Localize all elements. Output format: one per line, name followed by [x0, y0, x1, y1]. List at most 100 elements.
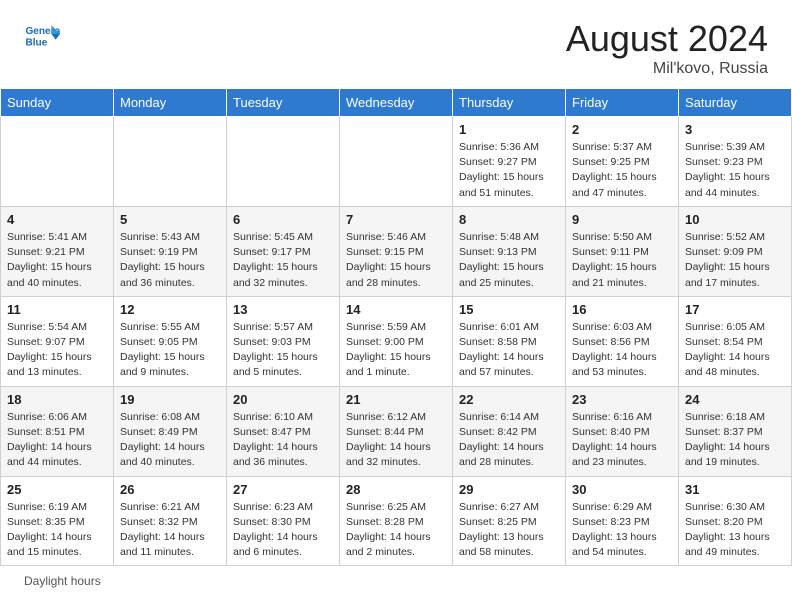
- day-number: 14: [346, 302, 446, 317]
- day-info: Sunrise: 5:57 AMSunset: 9:03 PMDaylight:…: [233, 320, 333, 381]
- calendar-cell: 12Sunrise: 5:55 AMSunset: 9:05 PMDayligh…: [114, 296, 227, 386]
- day-info: Sunrise: 6:06 AMSunset: 8:51 PMDaylight:…: [7, 410, 107, 471]
- day-of-week-header: Wednesday: [340, 89, 453, 117]
- day-info: Sunrise: 5:59 AMSunset: 9:00 PMDaylight:…: [346, 320, 446, 381]
- calendar-cell: 5Sunrise: 5:43 AMSunset: 9:19 PMDaylight…: [114, 206, 227, 296]
- calendar-cell: 14 Sunrise: 5:59 AMSunset: 9:00 PMDayligh…: [340, 296, 453, 386]
- calendar-cell: 4 Sunrise: 5:41 AMSunset: 9:21 PMDaylight…: [1, 206, 114, 296]
- day-number: 13: [233, 302, 333, 317]
- day-info: Sunrise: 6:05 AMSunset: 8:54 PMDaylight:…: [685, 320, 785, 381]
- day-info: Sunrise: 6:03 AMSunset: 8:56 PMDaylight:…: [572, 320, 672, 381]
- day-info: Sunrise: 5:36 AMSunset: 9:27 PMDaylight:…: [459, 140, 559, 201]
- calendar-cell: 24Sunrise: 6:18 AMSunset: 8:37 PMDayligh…: [679, 386, 792, 476]
- day-of-week-header: Monday: [114, 89, 227, 117]
- calendar-cell: 17 Sunrise: 6:05 AMSunset: 8:54 PMDayligh…: [679, 296, 792, 386]
- day-info: Sunrise: 6:19 AMSunset: 8:35 PMDaylight:…: [7, 500, 107, 561]
- day-number: 23: [572, 392, 672, 407]
- day-info: Sunrise: 6:30 AMSunset: 8:20 PMDaylight:…: [685, 500, 785, 561]
- calendar-cell: 11Sunrise: 5:54 AMSunset: 9:07 PMDayligh…: [1, 296, 114, 386]
- day-number: 7: [346, 212, 446, 227]
- calendar-cell: 22Sunrise: 6:14 AMSunset: 8:42 PMDayligh…: [453, 386, 566, 476]
- day-number: 26: [120, 482, 220, 497]
- day-number: 24: [685, 392, 785, 407]
- calendar-table: SundayMondayTuesdayWednesdayThursdayFrid…: [0, 88, 792, 566]
- day-info: Sunrise: 5:50 AMSunset: 9:11 PMDaylight:…: [572, 230, 672, 291]
- calendar-cell: [114, 117, 227, 207]
- day-number: 10: [685, 212, 785, 227]
- day-number: 31: [685, 482, 785, 497]
- header: General Blue August 2024 Mil'kovo, Russi…: [0, 0, 792, 88]
- calendar-cell: 20Sunrise: 6:10 AMSunset: 8:47 PMDayligh…: [227, 386, 340, 476]
- calendar-cell: 6Sunrise: 5:45 AMSunset: 9:17 PMDaylight…: [227, 206, 340, 296]
- day-info: Sunrise: 5:43 AMSunset: 9:19 PMDaylight:…: [120, 230, 220, 291]
- calendar-cell: 25 Sunrise: 6:19 AMSunset: 8:35 PMDayligh…: [1, 476, 114, 566]
- day-of-week-header: Friday: [566, 89, 679, 117]
- day-info: Sunrise: 5:55 AMSunset: 9:05 PMDaylight:…: [120, 320, 220, 381]
- day-number: 29: [459, 482, 559, 497]
- day-number: 16: [572, 302, 672, 317]
- calendar-cell: 16 Sunrise: 6:03 AMSunset: 8:56 PMDayligh…: [566, 296, 679, 386]
- day-number: 25: [7, 482, 107, 497]
- calendar-cell: 30 Sunrise: 6:29 AMSunset: 8:23 PMDayligh…: [566, 476, 679, 566]
- day-of-week-header: Tuesday: [227, 89, 340, 117]
- calendar-cell: 3 Sunrise: 5:39 AMSunset: 9:23 PMDaylight…: [679, 117, 792, 207]
- calendar-cell: 15Sunrise: 6:01 AMSunset: 8:58 PMDayligh…: [453, 296, 566, 386]
- calendar-cell: 21 Sunrise: 6:12 AMSunset: 8:44 PMDayligh…: [340, 386, 453, 476]
- calendar-cell: 18 Sunrise: 6:06 AMSunset: 8:51 PMDayligh…: [1, 386, 114, 476]
- calendar-cell: 28 Sunrise: 6:25 AMSunset: 8:28 PMDayligh…: [340, 476, 453, 566]
- day-number: 8: [459, 212, 559, 227]
- day-number: 28: [346, 482, 446, 497]
- day-number: 30: [572, 482, 672, 497]
- day-number: 27: [233, 482, 333, 497]
- day-info: Sunrise: 6:29 AMSunset: 8:23 PMDaylight:…: [572, 500, 672, 561]
- day-number: 1: [459, 122, 559, 137]
- day-number: 18: [7, 392, 107, 407]
- calendar-cell: 19 Sunrise: 6:08 AMSunset: 8:49 PMDayligh…: [114, 386, 227, 476]
- calendar-cell: 1 Sunrise: 5:36 AMSunset: 9:27 PMDaylight…: [453, 117, 566, 207]
- footer: Daylight hours: [0, 566, 792, 596]
- calendar-cell: [340, 117, 453, 207]
- day-info: Sunrise: 6:16 AMSunset: 8:40 PMDaylight:…: [572, 410, 672, 471]
- day-info: Sunrise: 5:41 AMSunset: 9:21 PMDaylight:…: [7, 230, 107, 291]
- calendar-cell: 9 Sunrise: 5:50 AMSunset: 9:11 PMDaylight…: [566, 206, 679, 296]
- day-of-week-header: Thursday: [453, 89, 566, 117]
- day-number: 3: [685, 122, 785, 137]
- day-info: Sunrise: 6:01 AMSunset: 8:58 PMDaylight:…: [459, 320, 559, 381]
- day-info: Sunrise: 6:23 AMSunset: 8:30 PMDaylight:…: [233, 500, 333, 561]
- calendar-cell: 7 Sunrise: 5:46 AMSunset: 9:15 PMDaylight…: [340, 206, 453, 296]
- location-subtitle: Mil'kovo, Russia: [566, 60, 768, 78]
- calendar-cell: 2 Sunrise: 5:37 AMSunset: 9:25 PMDaylight…: [566, 117, 679, 207]
- calendar-cell: 29 Sunrise: 6:27 AMSunset: 8:25 PMDayligh…: [453, 476, 566, 566]
- day-info: Sunrise: 6:12 AMSunset: 8:44 PMDaylight:…: [346, 410, 446, 471]
- day-number: 20: [233, 392, 333, 407]
- day-info: Sunrise: 6:27 AMSunset: 8:25 PMDaylight:…: [459, 500, 559, 561]
- day-number: 21: [346, 392, 446, 407]
- day-number: 4: [7, 212, 107, 227]
- day-info: Sunrise: 5:48 AMSunset: 9:13 PMDaylight:…: [459, 230, 559, 291]
- calendar-cell: 13 Sunrise: 5:57 AMSunset: 9:03 PMDayligh…: [227, 296, 340, 386]
- day-info: Sunrise: 6:08 AMSunset: 8:49 PMDaylight:…: [120, 410, 220, 471]
- day-info: Sunrise: 5:46 AMSunset: 9:15 PMDaylight:…: [346, 230, 446, 291]
- calendar-cell: 10 Sunrise: 5:52 AMSunset: 9:09 PMDayligh…: [679, 206, 792, 296]
- logo: General Blue: [24, 18, 60, 54]
- calendar-cell: 8 Sunrise: 5:48 AMSunset: 9:13 PMDaylight…: [453, 206, 566, 296]
- day-info: Sunrise: 6:25 AMSunset: 8:28 PMDaylight:…: [346, 500, 446, 561]
- day-number: 19: [120, 392, 220, 407]
- calendar-cell: [1, 117, 114, 207]
- day-info: Sunrise: 5:37 AMSunset: 9:25 PMDaylight:…: [572, 140, 672, 201]
- calendar-cell: 26 Sunrise: 6:21 AMSunset: 8:32 PMDayligh…: [114, 476, 227, 566]
- calendar-cell: 31 Sunrise: 6:30 AMSunset: 8:20 PMDayligh…: [679, 476, 792, 566]
- daylight-label: Daylight hours: [24, 574, 101, 588]
- calendar-cell: 27 Sunrise: 6:23 AMSunset: 8:30 PMDayligh…: [227, 476, 340, 566]
- day-number: 22: [459, 392, 559, 407]
- day-info: Sunrise: 5:39 AMSunset: 9:23 PMDaylight:…: [685, 140, 785, 201]
- title-block: August 2024 Mil'kovo, Russia: [566, 18, 768, 78]
- day-number: 17: [685, 302, 785, 317]
- day-info: Sunrise: 5:52 AMSunset: 9:09 PMDaylight:…: [685, 230, 785, 291]
- day-info: Sunrise: 6:21 AMSunset: 8:32 PMDaylight:…: [120, 500, 220, 561]
- svg-text:Blue: Blue: [25, 37, 47, 48]
- day-number: 2: [572, 122, 672, 137]
- day-number: 9: [572, 212, 672, 227]
- day-of-week-header: Saturday: [679, 89, 792, 117]
- month-year-title: August 2024: [566, 18, 768, 60]
